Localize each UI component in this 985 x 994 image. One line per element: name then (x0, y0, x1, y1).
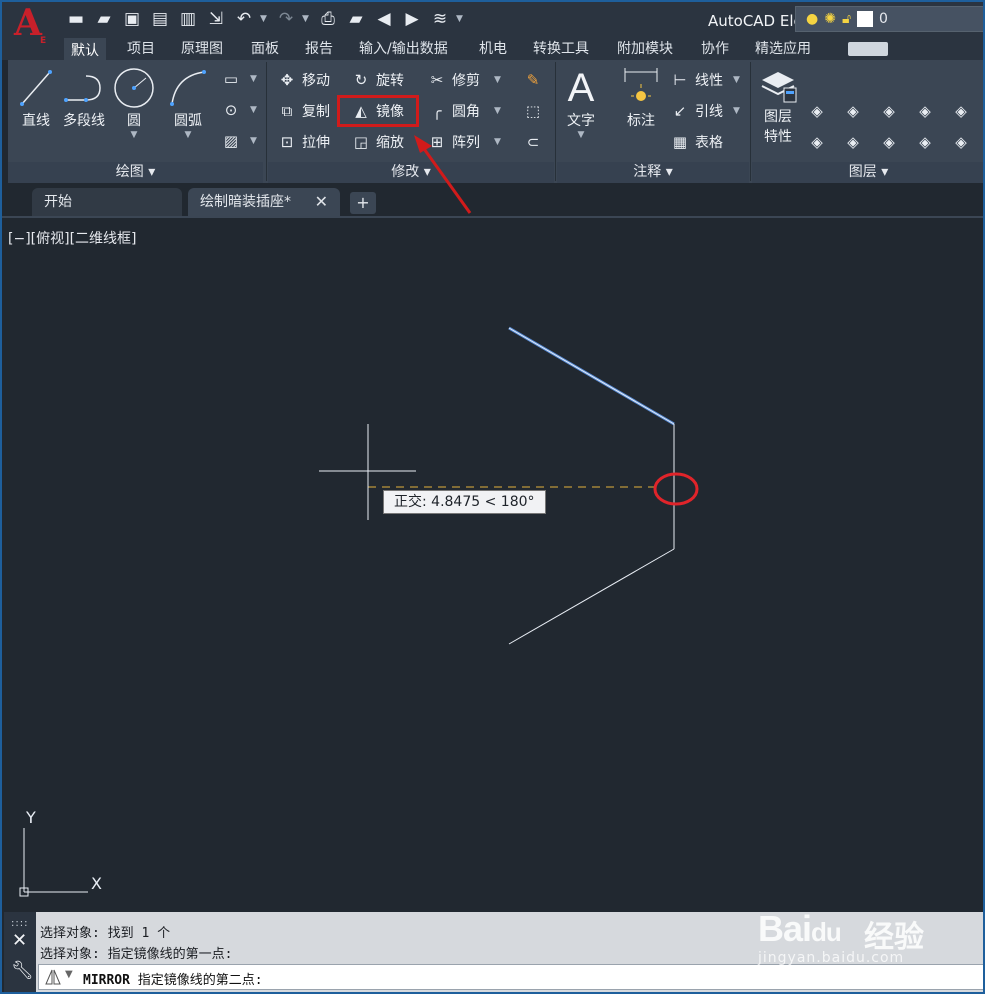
command-prompt: MIRROR 指定镜像线的第二点: (83, 969, 263, 988)
command-history-line: 选择对象: 指定镜像线的第一点: (40, 947, 233, 962)
ortho-tooltip: 正交: 4.8475 < 180° (383, 490, 546, 514)
command-prompt-text: 指定镜像线的第二点: (137, 973, 263, 988)
command-line-sidebar: :::: ✕ 🔧︎ (4, 912, 36, 992)
annotation-arrow-head (414, 135, 432, 153)
endpoint-highlight-circle (653, 472, 699, 506)
mirror-highlight-box (337, 95, 419, 127)
command-history-line: 选择对象: 找到 1 个 (40, 926, 171, 941)
recent-commands-dropdown-icon[interactable]: ▼ (65, 969, 73, 980)
watermark-brand: Baidu (758, 908, 842, 950)
grip-icon[interactable]: :::: (11, 918, 28, 929)
watermark-brand-part1: Bai (758, 908, 812, 949)
watermark-brand-part2: du (811, 917, 842, 947)
ucs-y-label: Y (26, 808, 36, 827)
mirror-command-icon (45, 969, 61, 985)
wrench-icon[interactable]: 🔧︎ (11, 960, 34, 981)
ucs-x-label: X (91, 874, 102, 893)
command-name: MIRROR (83, 973, 130, 988)
lower-line[interactable] (508, 548, 675, 645)
selected-line[interactable] (508, 327, 675, 425)
baidu-watermark: Baidu 经验 jingyan.baidu.com (752, 900, 984, 970)
annotation-arrow (420, 145, 472, 214)
close-icon[interactable]: ✕ (12, 930, 27, 951)
watermark-url: jingyan.baidu.com (758, 950, 905, 966)
